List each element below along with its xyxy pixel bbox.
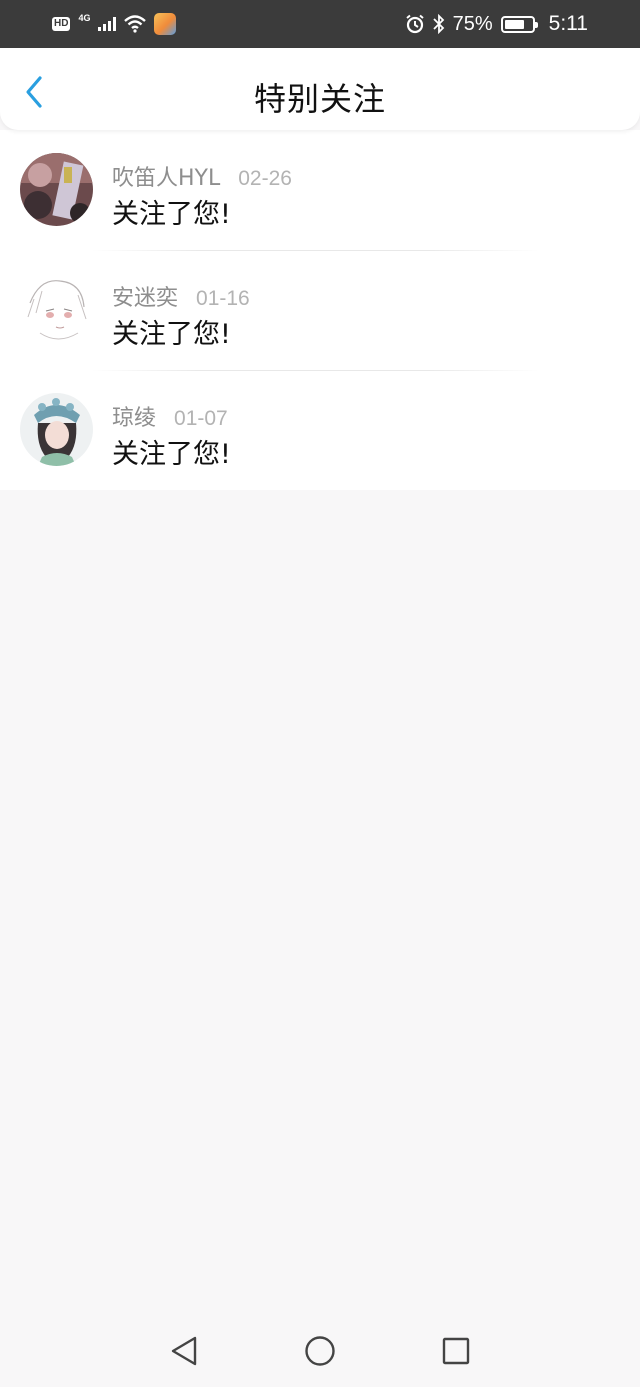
avatar[interactable] (20, 273, 93, 346)
item-meta: 吹笛人HYL 02-26 (112, 160, 292, 192)
nav-recents-button[interactable] (438, 1333, 474, 1369)
item-message: 关注了您! (112, 199, 231, 230)
item-message: 关注了您! (112, 439, 231, 470)
nav-back-button[interactable] (166, 1333, 202, 1369)
avatar[interactable] (20, 393, 93, 466)
status-left: HD 4G (52, 13, 177, 35)
network-type: 4G (78, 13, 91, 23)
signal-icon (98, 17, 117, 31)
item-meta: 安迷奕 01-16 (112, 280, 250, 312)
app-header: 特别关注 (0, 48, 640, 130)
item-date: 01-07 (174, 407, 228, 430)
page-title: 特别关注 (253, 80, 386, 118)
list-item[interactable]: 安迷奕 01-16 关注了您! (0, 250, 640, 370)
battery-fill (504, 19, 525, 29)
status-bar: HD 4G 75% 5:11 (0, 0, 640, 48)
avatar[interactable] (20, 153, 93, 226)
circle-home-icon (305, 1336, 335, 1366)
battery-percent: 75% (452, 12, 493, 35)
nav-home-button[interactable] (302, 1333, 338, 1369)
battery-icon (500, 15, 538, 33)
list-item[interactable]: 琼绫 01-07 关注了您! (0, 370, 640, 490)
user-name[interactable]: 吹笛人HYL (112, 160, 220, 192)
square-recents-icon (442, 1337, 470, 1365)
item-date: 02-26 (238, 167, 292, 190)
user-name[interactable]: 安迷奕 (112, 280, 178, 312)
item-message: 关注了您! (112, 319, 231, 350)
bluetooth-icon (433, 14, 445, 34)
alarm-icon (405, 14, 425, 34)
wifi-icon (124, 15, 147, 33)
item-meta: 琼绫 01-07 (112, 400, 228, 432)
clock-time: 5:11 (548, 12, 588, 35)
list-item[interactable]: 吹笛人HYL 02-26 关注了您! (0, 130, 640, 250)
system-nav-bar (0, 1315, 640, 1387)
app-notification-icon (154, 13, 177, 35)
item-date: 01-16 (196, 287, 250, 310)
triangle-back-icon (171, 1336, 197, 1366)
status-right: 75% 5:11 (405, 12, 588, 36)
user-name[interactable]: 琼绫 (112, 400, 156, 432)
notification-list: 吹笛人HYL 02-26 关注了您! 安迷奕 01-16 关注了您! 琼绫 01… (0, 130, 640, 490)
hd-badge: HD (52, 17, 71, 31)
